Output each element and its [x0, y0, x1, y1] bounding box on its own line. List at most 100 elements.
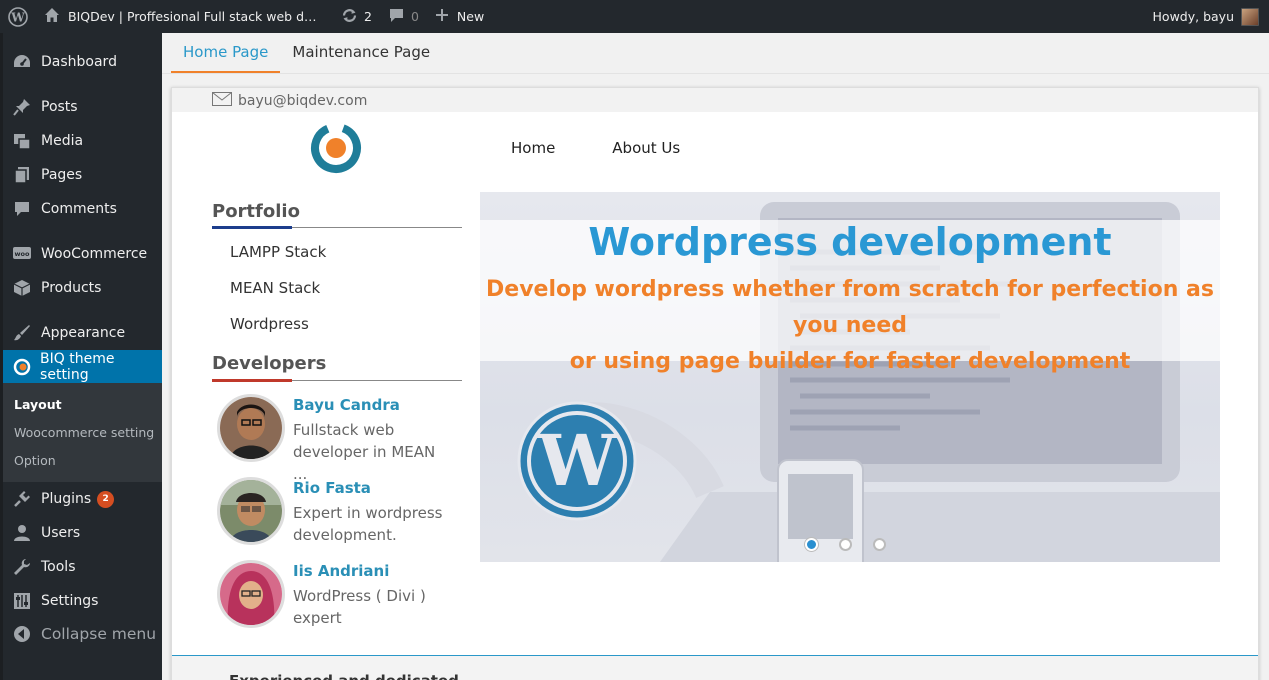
nav-about-us[interactable]: About Us: [612, 139, 680, 157]
developer-desc-line1: Expert in wordpress: [293, 504, 443, 522]
site-title: BIQDev | Proffesional Full stack web dev…: [68, 9, 323, 24]
menu-pages[interactable]: Pages: [3, 158, 162, 192]
menu-woocommerce[interactable]: woo WooCommerce: [3, 237, 162, 271]
menu-label: Appearance: [41, 325, 126, 341]
menu-label: Plugins: [41, 491, 92, 507]
developers-heading: Developers: [212, 353, 327, 374]
svg-text:W: W: [537, 419, 618, 502]
wordpress-logo-icon[interactable]: W: [0, 0, 36, 33]
admin-sidebar: Dashboard Posts Media Pages Comments woo…: [0, 33, 170, 680]
menu-label: BIQ theme setting: [40, 351, 115, 383]
collapse-arrow-icon: [11, 625, 33, 643]
portfolio-heading: Portfolio: [212, 201, 300, 222]
developer-name[interactable]: Iis Andriani: [293, 562, 389, 580]
refresh-icon: [341, 7, 358, 27]
slide-subtitle: Develop wordpress whether from scratch f…: [480, 272, 1220, 380]
menu-label: Settings: [41, 593, 99, 609]
menu-products[interactable]: Products: [3, 271, 162, 305]
menu-label: Posts: [41, 99, 78, 115]
developer-card[interactable]: Rio Fasta Expert in wordpress developmen…: [217, 477, 462, 549]
admin-bar: W BIQDev | Proffesional Full stack web d…: [0, 0, 1269, 33]
my-account-link[interactable]: Howdy, bayu: [1153, 0, 1259, 33]
tabs-divider: [162, 73, 1269, 74]
portfolio-accent: [212, 226, 292, 229]
developer-card[interactable]: Bayu Candra Fullstack web developer in M…: [217, 394, 462, 483]
box-icon: [11, 279, 33, 297]
new-label: New: [456, 9, 485, 24]
contact-email: bayu@biqdev.com: [212, 92, 367, 110]
media-icon: [11, 132, 33, 150]
dashboard-icon: [11, 53, 33, 71]
developer-card[interactable]: Iis Andriani WordPress ( Divi ) expert: [217, 560, 462, 632]
main-content: Home Page Maintenance Page bayu@biqdev.c…: [162, 33, 1269, 680]
menu-settings[interactable]: Settings: [3, 584, 162, 618]
updates-link[interactable]: 2: [333, 0, 380, 33]
biq-icon: [11, 358, 32, 376]
submenu-woocommerce-setting[interactable]: Woocommerce setting: [14, 425, 154, 440]
menu-biq-theme-setting[interactable]: BIQ theme setting: [3, 350, 170, 384]
portfolio-link-wordpress[interactable]: Wordpress: [230, 315, 309, 333]
submenu-layout[interactable]: Layout: [14, 397, 62, 412]
tab-home-page[interactable]: Home Page: [171, 33, 281, 74]
menu-comments[interactable]: Comments: [3, 192, 162, 226]
hero-slider[interactable]: Wordpress development Develop wordpress …: [480, 192, 1220, 562]
new-content-link[interactable]: New: [427, 0, 492, 33]
svg-text:W: W: [10, 10, 25, 24]
updates-count: 2: [364, 9, 372, 24]
menu-label: Tools: [41, 559, 76, 575]
menu-label: WooCommerce: [41, 246, 148, 262]
brush-icon: [11, 324, 33, 342]
slider-pagination: [805, 538, 907, 551]
woo-icon: woo: [11, 246, 33, 262]
collapse-menu-button[interactable]: Collapse menu: [3, 617, 162, 651]
nav-home[interactable]: Home: [511, 139, 555, 157]
experience-heading: Experienced and dedicated: [229, 672, 459, 680]
site-name-link[interactable]: BIQDev | Proffesional Full stack web dev…: [36, 0, 333, 33]
menu-users[interactable]: Users: [3, 516, 162, 550]
developer-name[interactable]: Bayu Candra: [293, 396, 400, 414]
plug-icon: [11, 490, 33, 508]
comments-link[interactable]: 0: [380, 0, 427, 33]
slider-dot-2[interactable]: [839, 538, 852, 551]
developer-desc-line2: development.: [293, 526, 397, 544]
menu-dashboard[interactable]: Dashboard: [3, 45, 162, 79]
developer-photo: [217, 477, 285, 545]
menu-plugins[interactable]: Plugins 2: [3, 482, 162, 516]
howdy-text: Howdy, bayu: [1152, 9, 1234, 24]
slider-dot-1[interactable]: [805, 538, 818, 551]
menu-label: Users: [41, 525, 81, 541]
menu-appearance[interactable]: Appearance: [3, 316, 162, 350]
submenu-option[interactable]: Option: [14, 453, 56, 468]
slide-subtitle-line1: Develop wordpress whether from scratch f…: [486, 277, 1214, 338]
site-logo[interactable]: [310, 122, 362, 178]
experience-section: Experienced and dedicated: [172, 655, 1258, 680]
menu-media[interactable]: Media: [3, 124, 162, 158]
slide-title: Wordpress development: [588, 220, 1112, 264]
developer-name[interactable]: Rio Fasta: [293, 479, 371, 497]
developer-description: WordPress ( Divi ) expert: [293, 585, 453, 629]
developer-desc-line1: Fullstack web: [293, 421, 395, 439]
menu-label: Comments: [41, 201, 117, 217]
site-navigation: Home About Us: [511, 139, 737, 157]
menu-label: Pages: [41, 167, 83, 183]
user-avatar: [1241, 7, 1259, 26]
pages-icon: [11, 166, 33, 184]
pin-icon: [11, 98, 33, 116]
comment-bubble-icon: [388, 7, 405, 27]
menu-label: Media: [41, 133, 84, 149]
menu-tools[interactable]: Tools: [3, 550, 162, 584]
developer-desc-line2: expert: [293, 609, 342, 627]
biq-submenu: Layout Woocommerce setting Option: [3, 383, 162, 482]
top-info-strip: bayu@biqdev.com: [172, 88, 1258, 112]
svg-text:woo: woo: [15, 250, 30, 258]
settings-tabs: Home Page Maintenance Page: [171, 33, 442, 74]
portfolio-link-lampp[interactable]: LAMPP Stack: [230, 243, 326, 261]
menu-posts[interactable]: Posts: [3, 90, 162, 124]
home-page-preview: bayu@biqdev.com Home About Us Portfolio …: [171, 87, 1259, 680]
developer-description: Expert in wordpress development.: [293, 502, 453, 546]
slider-dot-3[interactable]: [873, 538, 886, 551]
collapse-label: Collapse menu: [41, 625, 157, 643]
tab-maintenance-page[interactable]: Maintenance Page: [280, 33, 442, 74]
portfolio-link-mean[interactable]: MEAN Stack: [230, 279, 320, 297]
plugins-update-badge: 2: [97, 490, 115, 508]
